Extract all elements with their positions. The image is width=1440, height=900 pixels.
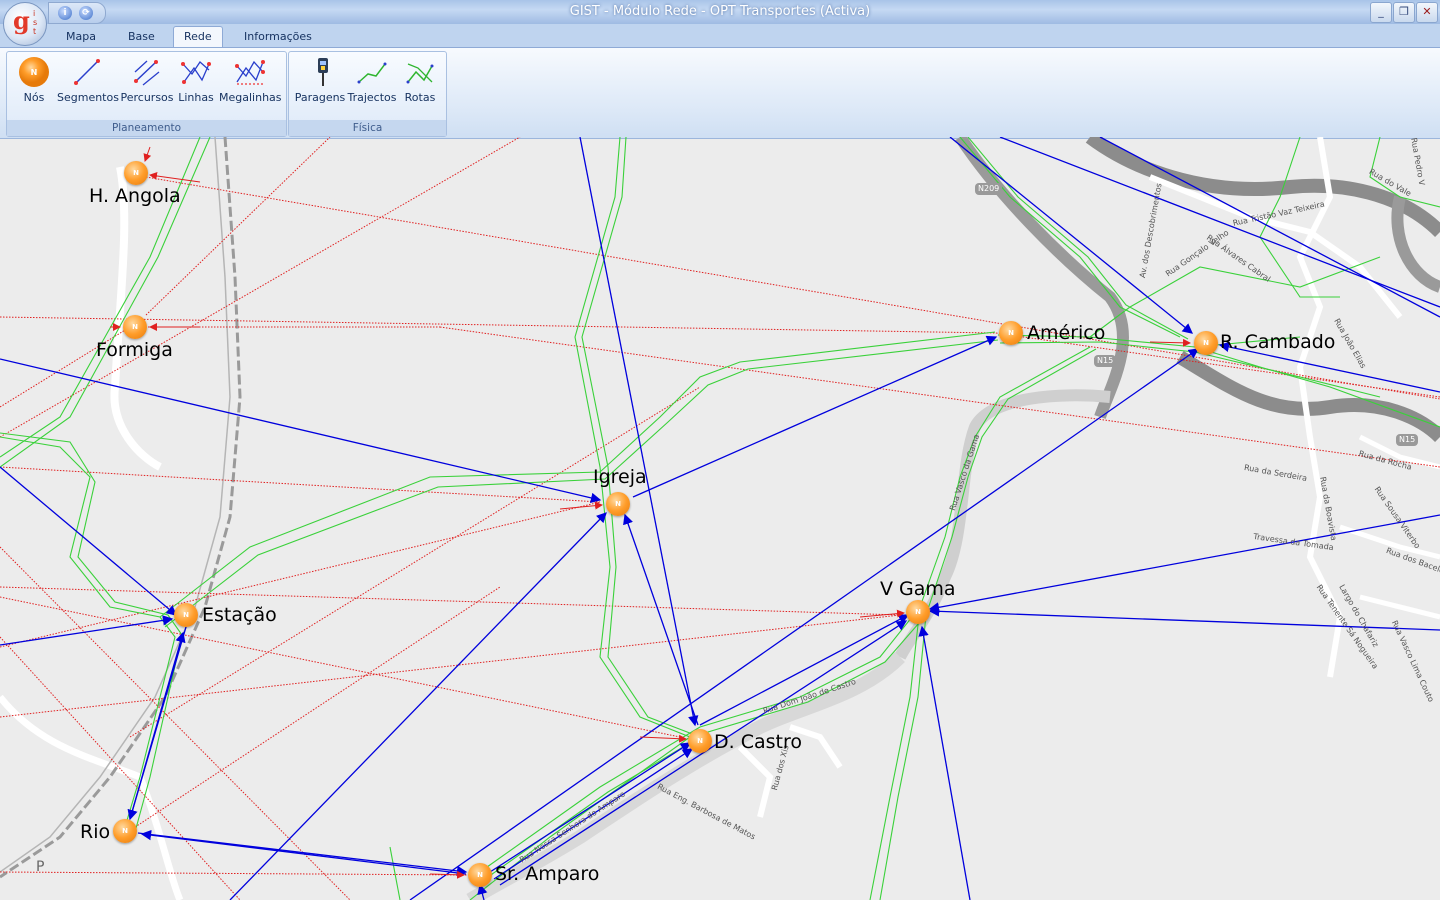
node-label: D. Castro (714, 731, 802, 753)
rotas-button[interactable]: Rotas (399, 56, 441, 116)
tab-informacoes[interactable]: Informações (234, 29, 322, 48)
segmentos-button[interactable]: Segmentos (57, 56, 119, 116)
trajectory-icon (357, 62, 387, 84)
tab-rede[interactable]: Rede (173, 26, 223, 49)
node-label: Formiga (96, 339, 173, 361)
node-label: V Gama (880, 578, 956, 600)
node-americo[interactable]: N (999, 321, 1023, 345)
node-label: Américo (1027, 322, 1106, 344)
node-r-cambado[interactable]: N (1194, 331, 1218, 355)
paragens-button[interactable]: Paragens (293, 56, 347, 116)
info-icon[interactable]: i (58, 6, 72, 20)
megalines-icon (235, 60, 265, 85)
ribbon-tabs: Mapa Base Rede Informações (0, 24, 1440, 49)
nos-button[interactable]: N Nós (13, 56, 55, 116)
road-badge-n209: N209 (975, 183, 1003, 195)
node-formiga[interactable]: N (123, 315, 147, 339)
bus-stop-icon (318, 58, 328, 86)
routes-icon (406, 63, 434, 84)
maximize-button[interactable]: ❐ (1393, 2, 1415, 23)
quick-access-toolbar: i ⟳ (48, 2, 106, 24)
ribbon-panel: N Nós Segmentos Percursos Linhas Megalin… (0, 47, 1440, 139)
node-label: H. Angola (89, 185, 181, 207)
route-path-icon (134, 60, 160, 86)
node-igreja[interactable]: N (606, 492, 630, 516)
node-sr-amparo[interactable]: N (468, 863, 492, 887)
node-label: Estação (202, 604, 277, 626)
node-rio[interactable]: N (113, 819, 137, 843)
group-label-planeamento: Planeamento (7, 120, 286, 136)
group-planeamento: N Nós Segmentos Percursos Linhas Megalin… (6, 51, 287, 137)
percursos-button[interactable]: Percursos (119, 56, 175, 116)
tab-base[interactable]: Base (118, 29, 165, 48)
node-d-castro[interactable]: N (688, 729, 712, 753)
road-badge-n15: N15 (1094, 355, 1117, 367)
node-estacao[interactable]: N (174, 603, 198, 627)
lines-icon (181, 61, 211, 84)
close-button[interactable]: ✕ (1416, 2, 1438, 23)
node-label: Rio (80, 821, 111, 843)
title-bar: GIST - Módulo Rede - OPT Transportes (Ac… (0, 0, 1440, 25)
node-v-gama[interactable]: N (906, 600, 930, 624)
group-label-fisica: Física (289, 120, 446, 136)
parking-label: P (36, 859, 45, 875)
node-icon: N (19, 57, 49, 87)
megalinhas-button[interactable]: Megalinhas (219, 56, 282, 116)
tab-mapa[interactable]: Mapa (56, 29, 106, 48)
svg-text:N: N (31, 68, 38, 77)
map-canvas[interactable]: N209 N15 N15 P Rua Dom João de Castro Ru… (0, 137, 1440, 900)
road-badge-n15-east: N15 (1396, 434, 1419, 446)
group-fisica: Paragens Trajectos Rotas Física (288, 51, 447, 137)
node-label: Sr. Amparo (495, 863, 600, 885)
app-logo-letter: g (13, 6, 30, 35)
app-menu-button[interactable]: gist g ist (3, 2, 47, 46)
node-label: R. Cambado (1220, 331, 1336, 353)
minimize-button[interactable]: _ (1370, 2, 1392, 23)
node-h-angola[interactable]: N (124, 161, 148, 185)
trajectos-button[interactable]: Trajectos (347, 56, 397, 116)
window-title: GIST - Módulo Rede - OPT Transportes (Ac… (569, 4, 871, 19)
segment-icon (74, 59, 100, 85)
node-label: Igreja (593, 466, 647, 488)
app-logo-subtext: ist (33, 9, 38, 36)
refresh-icon[interactable]: ⟳ (79, 6, 93, 20)
linhas-button[interactable]: Linhas (175, 56, 217, 116)
